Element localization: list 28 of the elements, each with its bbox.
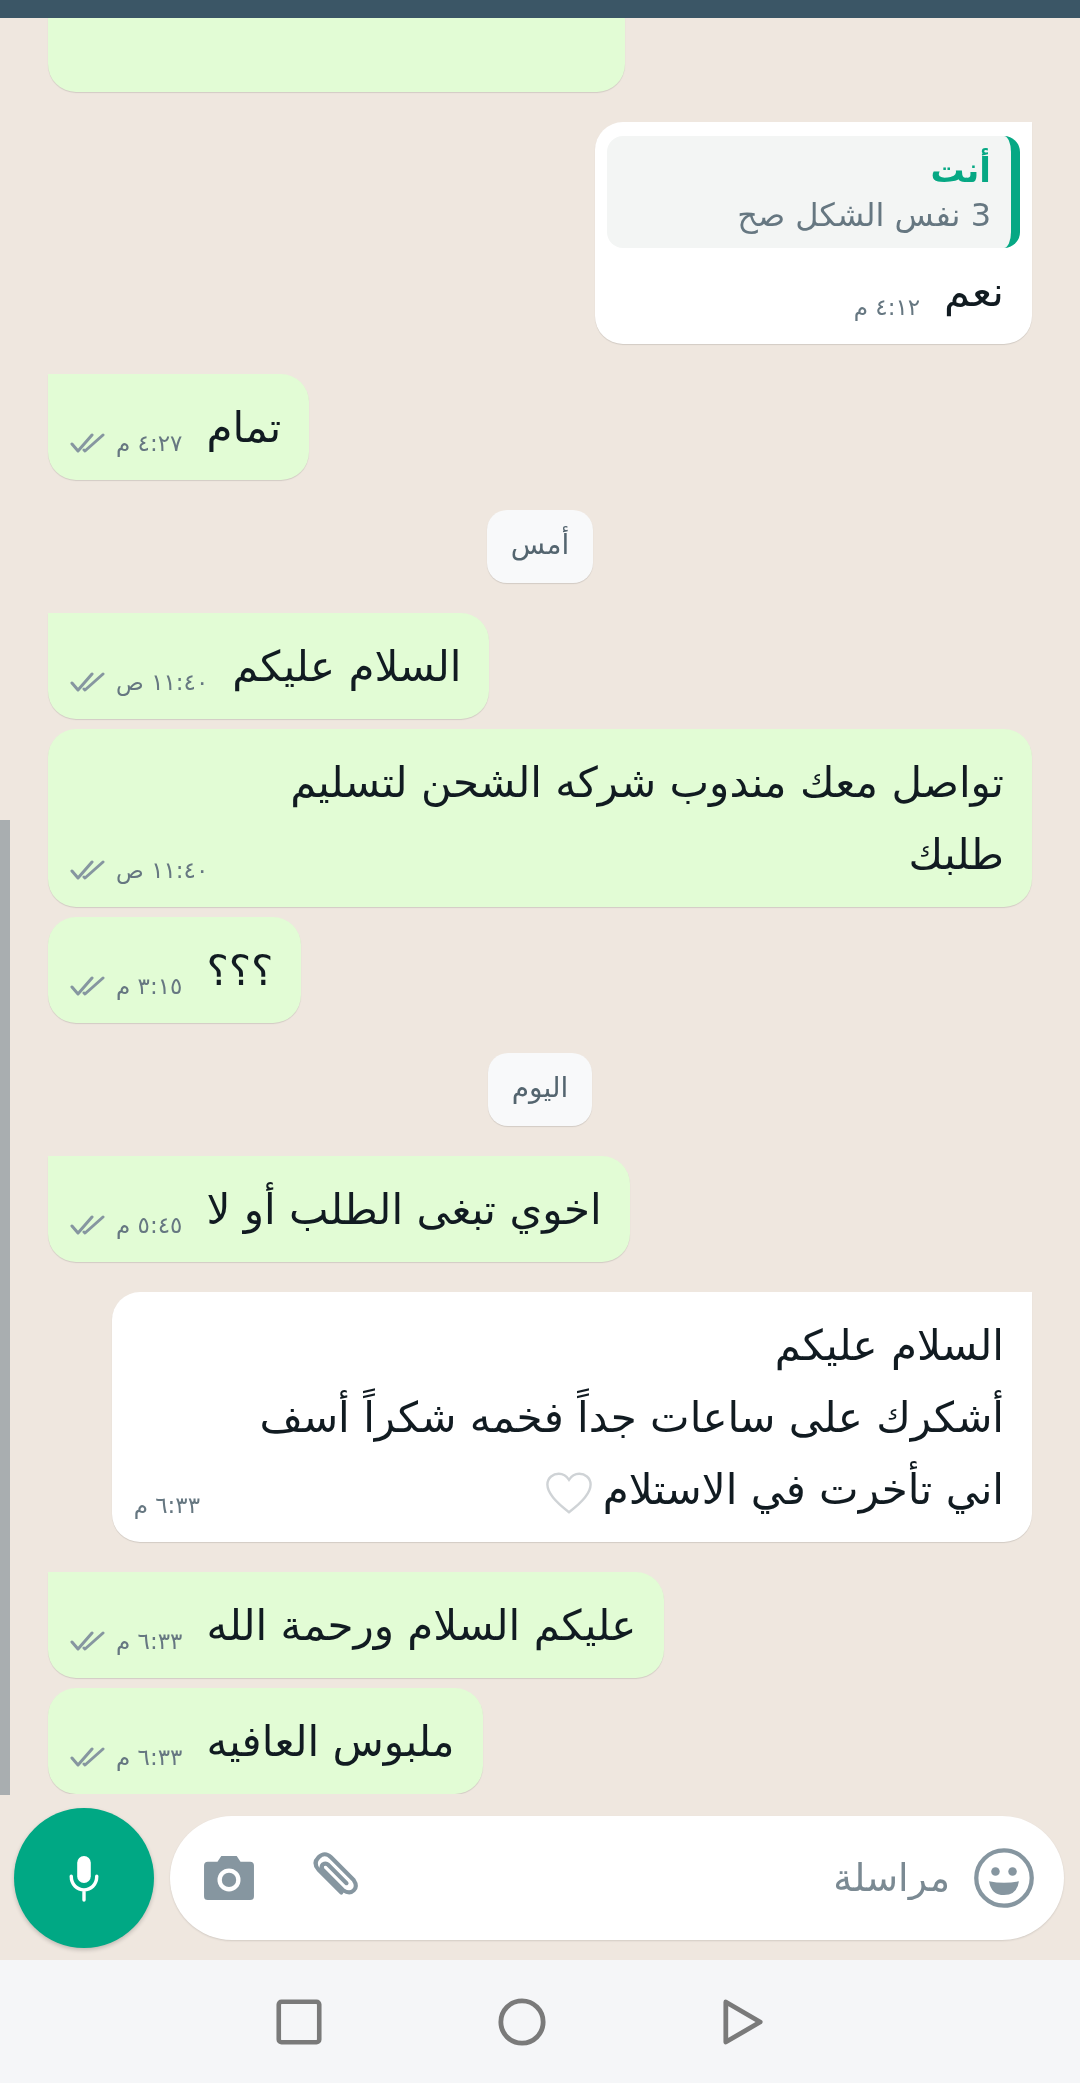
message-text: نعم [944,267,1004,316]
quoted-message[interactable]: أنت 3 نفس الشكل صح [607,136,1020,248]
message-time: ٣:١٥ م [116,973,183,999]
microphone-icon [67,1854,101,1902]
message-time: ٦:٣٣ م [116,1744,183,1770]
message-text: تمام [206,403,282,452]
message-text: تواصل معك مندوب شركه الشحن لتسليم طلبك [290,758,1004,879]
smiley-icon[interactable] [972,1846,1036,1910]
message-text: ؟؟؟ [206,946,274,995]
date-label: أمس [486,510,594,583]
back-icon[interactable] [722,1997,764,2046]
message-text: السلام عليكم [232,642,462,691]
message-time: ١١:٤٠ ص [116,857,209,883]
message-time: ٦:٣٣ م [133,1492,200,1518]
message-text: ملبوس العافيه [206,1717,455,1766]
message-text: عليكم السلام ورحمة الله [206,1601,637,1650]
message-time: ٤:٢٧ م [116,430,183,456]
message-time: ٦:٣٣ م [116,1628,183,1654]
message-text: السلام عليكم أشكرك على ساعات جداً فخمه شكراً أسف اني تأخرت في الاستلام [259,1321,1004,1514]
date-label: اليوم [487,1053,593,1126]
message-time: ٤:١٢ م [853,294,921,320]
recents-icon[interactable] [276,1998,322,2045]
message-time: ٥:٤٥ م [116,1212,183,1238]
message-field[interactable]: مراسلة [382,1855,952,1901]
quote-text: 3 نفس الشكل صح [737,196,991,234]
home-icon[interactable] [497,1996,547,2047]
quote-author: أنت [929,150,991,190]
message-time: ١١:٤٠ ص [116,669,209,695]
